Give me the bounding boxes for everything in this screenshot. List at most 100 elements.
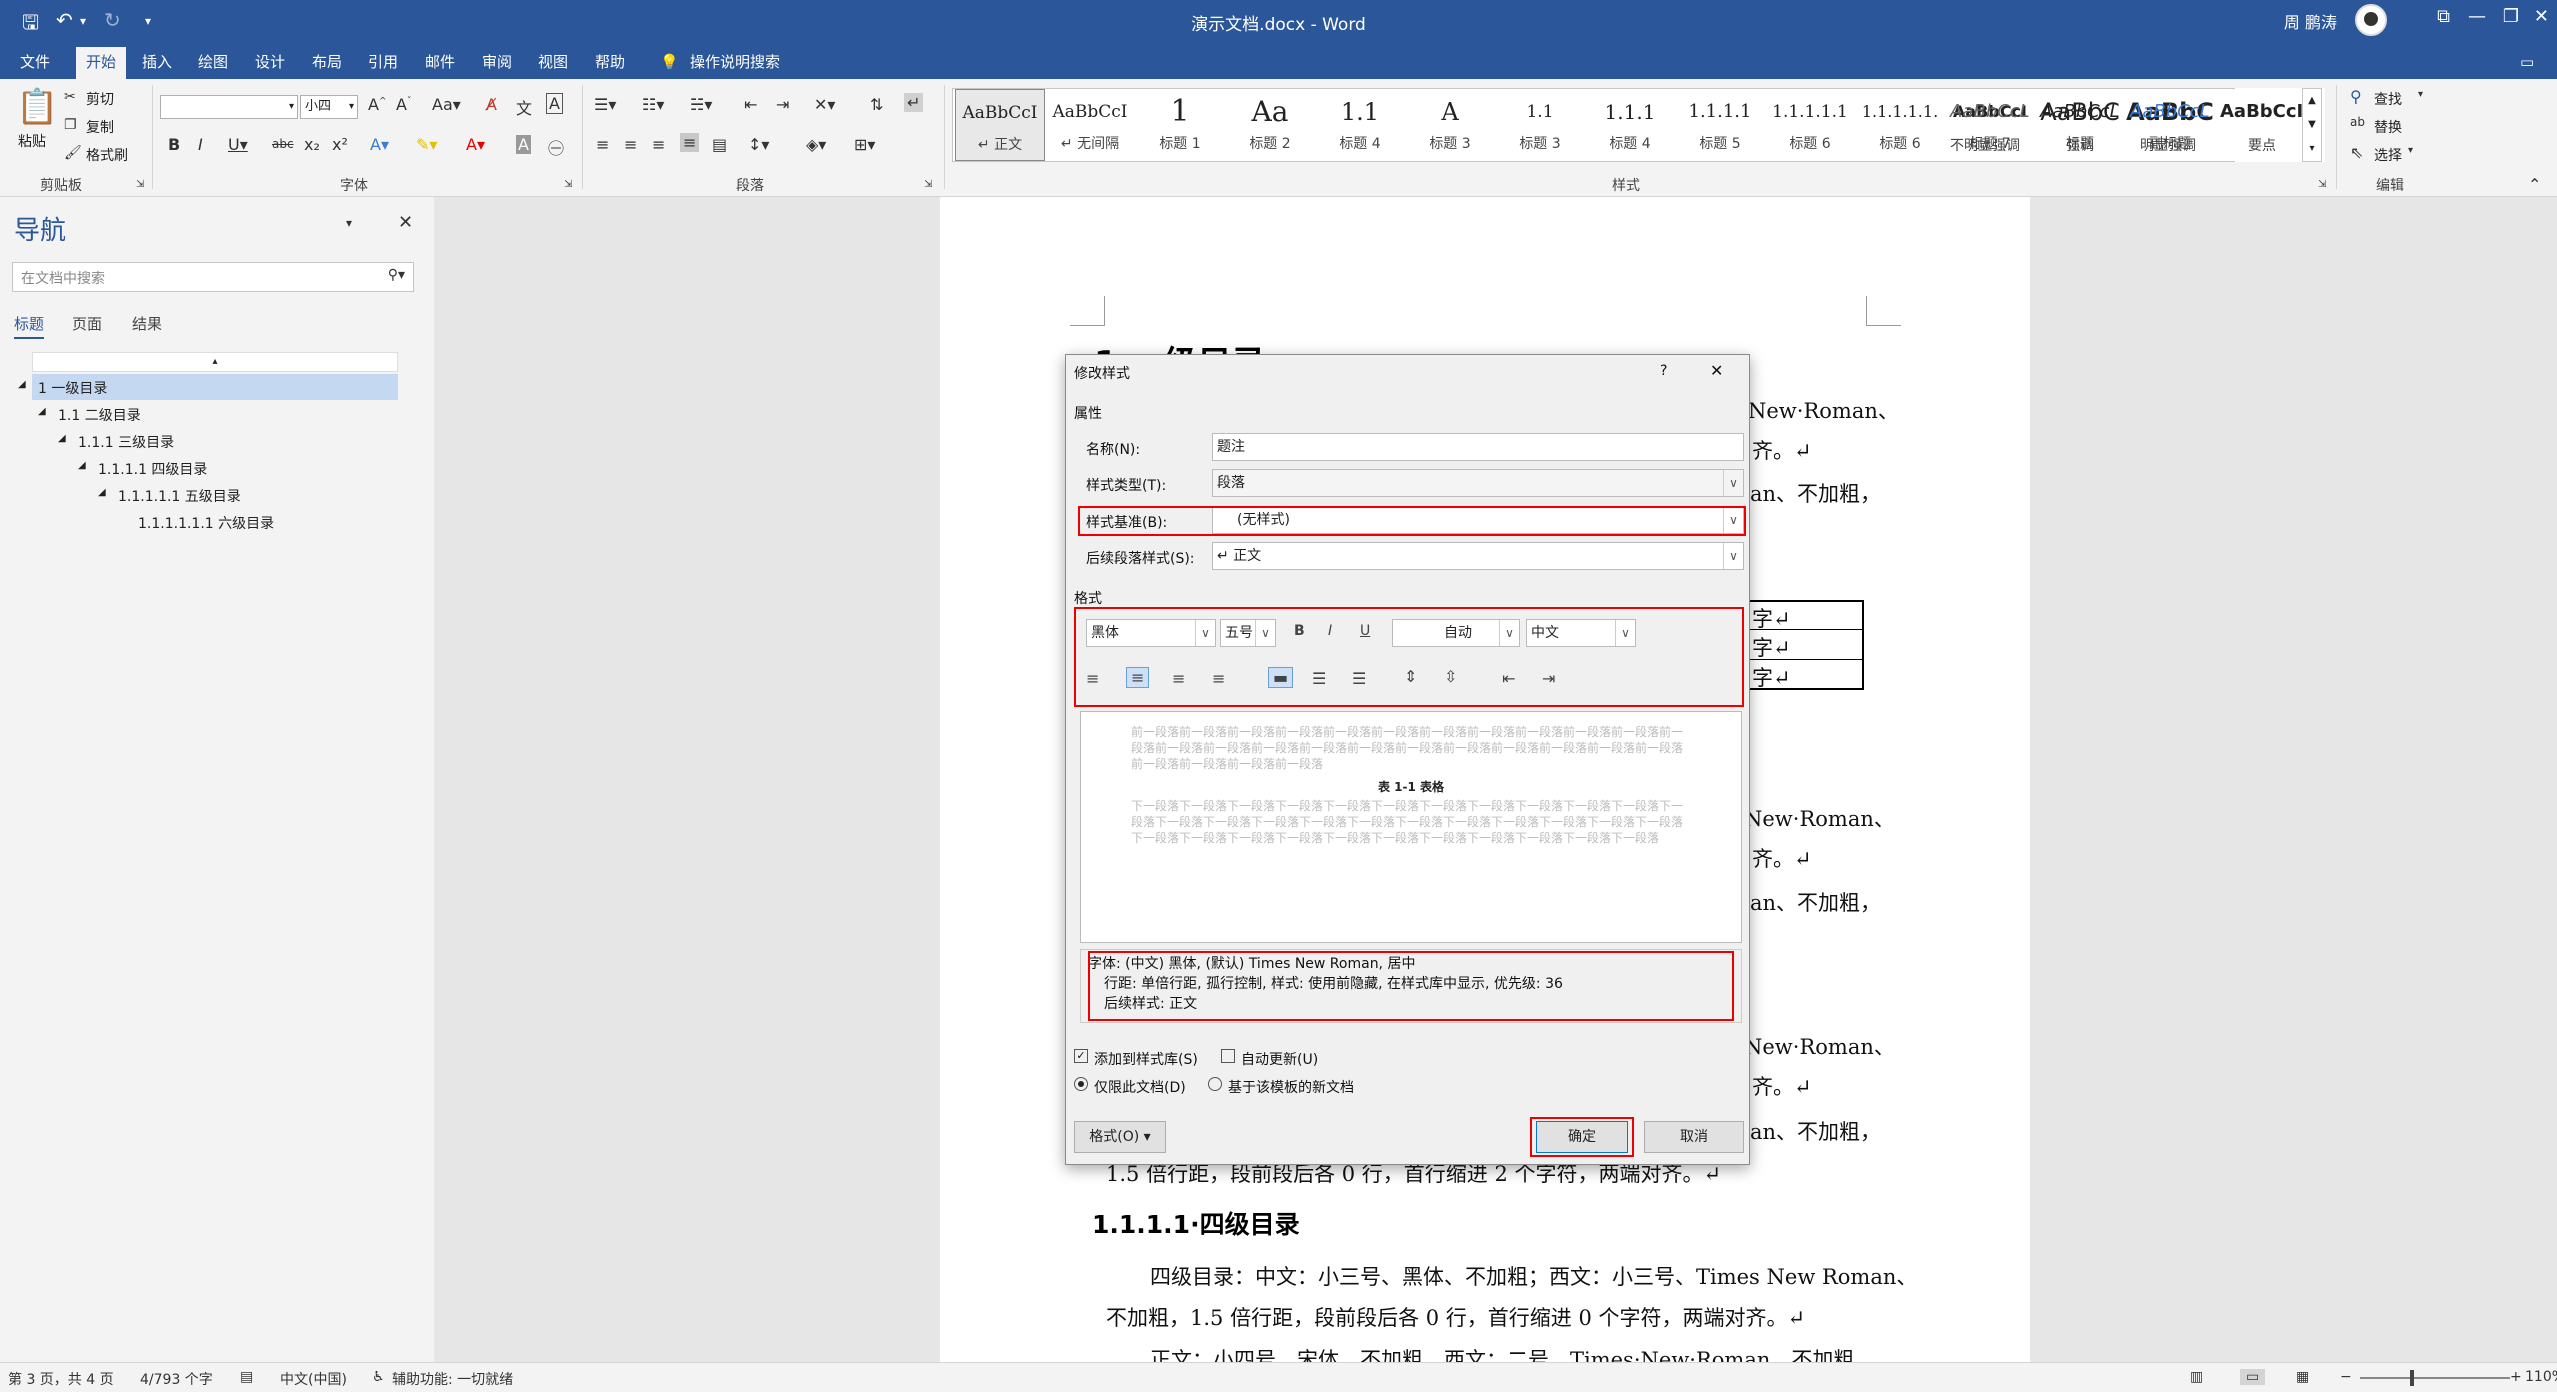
nav-close-icon[interactable]: ✕ bbox=[398, 212, 413, 233]
tell-me-search[interactable]: 操作说明搜索 bbox=[680, 47, 790, 79]
cut-button[interactable]: 剪切 bbox=[86, 89, 114, 109]
collapse-icon[interactable]: ◢ bbox=[78, 460, 86, 471]
minimize-icon[interactable]: — bbox=[2468, 6, 2486, 27]
style-item[interactable]: 1 标题 1 bbox=[1135, 89, 1225, 161]
nav-tab-headings[interactable]: 标题 bbox=[14, 313, 45, 339]
style-item[interactable]: 1.1.1 标题 4 bbox=[1585, 89, 1675, 161]
distributed-icon[interactable]: ▤ bbox=[712, 135, 727, 154]
tab-design[interactable]: 设计 bbox=[245, 47, 295, 79]
align-right-icon[interactable]: ≡ bbox=[1172, 669, 1185, 688]
nav-item[interactable]: 1.1 二级目录 bbox=[58, 405, 141, 425]
gallery-scroll[interactable]: ▲ ▼ ▾ bbox=[2302, 88, 2322, 162]
new-documents-radio[interactable] bbox=[1208, 1077, 1222, 1091]
tab-file[interactable]: 文件 bbox=[10, 47, 60, 79]
tab-home[interactable]: 开始 bbox=[76, 47, 127, 79]
accessibility-icon[interactable]: ♿ bbox=[372, 1369, 385, 1385]
font-color-select[interactable]: 自动 ∨ bbox=[1392, 619, 1520, 647]
only-this-document-label[interactable]: 仅限此文档(D) bbox=[1094, 1077, 1186, 1097]
style-item[interactable]: 1.1.1.1.1. 标题 6 bbox=[1855, 89, 1945, 161]
show-marks-icon[interactable]: ↵ bbox=[904, 93, 924, 112]
table-cell[interactable]: 字↵ bbox=[1752, 603, 1791, 633]
doc-paragraph[interactable]: 四级目录：中文：小三号、黑体、不加粗；西文：小三号、Times New Roma… bbox=[1150, 1261, 1917, 1291]
page-indicator[interactable]: 第 3 页，共 4 页 bbox=[8, 1369, 114, 1389]
font-select[interactable]: 黑体 ∨ bbox=[1086, 619, 1216, 647]
decrease-indent-icon[interactable]: ⇤ bbox=[1502, 669, 1515, 688]
chinese-layout-icon[interactable]: ✕▾ bbox=[814, 95, 835, 114]
format-painter-icon[interactable]: 🖌 bbox=[64, 145, 82, 161]
align-left-icon[interactable]: ≡ bbox=[596, 135, 609, 154]
nav-item[interactable]: 1.1.1.1.1.1 六级目录 bbox=[138, 513, 274, 533]
strikethrough-icon[interactable]: abc bbox=[272, 137, 294, 151]
collapse-icon[interactable]: ◢ bbox=[98, 487, 106, 498]
chevron-down-icon[interactable]: ▾ bbox=[2408, 145, 2413, 156]
only-this-document-radio[interactable] bbox=[1074, 1077, 1088, 1091]
copy-button[interactable]: 复制 bbox=[86, 117, 114, 137]
doc-text-fragment[interactable]: New·Roman、 bbox=[1744, 1031, 1895, 1061]
subscript-icon[interactable]: x₂ bbox=[304, 135, 320, 154]
font-launcher-icon[interactable]: ⇲ bbox=[564, 179, 572, 190]
change-case-icon[interactable]: Aa▾ bbox=[432, 95, 461, 114]
style-preview-emphasis[interactable]: AaBbCcL bbox=[2040, 101, 2120, 122]
single-spacing-icon[interactable]: ▬ bbox=[1268, 667, 1294, 688]
font-color-icon[interactable]: A▾ bbox=[466, 135, 485, 154]
increase-para-spacing-icon[interactable]: ⇕ bbox=[1404, 667, 1417, 686]
tab-references[interactable]: 引用 bbox=[358, 47, 408, 79]
collapse-icon[interactable]: ◢ bbox=[18, 379, 26, 390]
shading-icon[interactable]: ◈▾ bbox=[806, 135, 826, 154]
search-icon[interactable]: ⚲▾ bbox=[388, 267, 405, 283]
tab-insert[interactable]: 插入 bbox=[132, 47, 182, 79]
add-to-gallery-label[interactable]: 添加到样式库(S) bbox=[1094, 1049, 1198, 1069]
style-type-select[interactable]: 段落 ∨ bbox=[1212, 469, 1744, 497]
find-icon[interactable]: ⚲ bbox=[2350, 87, 2362, 106]
align-right-icon[interactable]: ≡ bbox=[652, 135, 665, 154]
language-indicator[interactable]: 中文(中国) bbox=[280, 1369, 347, 1389]
replace-button[interactable]: 替换 bbox=[2374, 117, 2402, 137]
auto-update-label[interactable]: 自动更新(U) bbox=[1241, 1049, 1318, 1069]
line-spacing-icon[interactable]: ↕▾ bbox=[748, 135, 769, 154]
align-center-icon[interactable]: ≡ bbox=[1126, 667, 1150, 688]
doc-text-fragment[interactable]: New·Roman、 bbox=[1748, 395, 1899, 425]
collapse-icon[interactable]: ◢ bbox=[38, 406, 46, 417]
paste-icon[interactable]: 📋 bbox=[16, 87, 58, 127]
nav-tab-results[interactable]: 结果 bbox=[132, 313, 162, 334]
new-documents-label[interactable]: 基于该模板的新文档 bbox=[1228, 1077, 1354, 1097]
ribbon-display-icon[interactable]: ⧉ bbox=[2437, 6, 2450, 27]
justify-icon[interactable]: ≡ bbox=[1212, 669, 1225, 688]
bold-icon[interactable]: B bbox=[168, 135, 180, 154]
style-item[interactable]: Aa 标题 2 bbox=[1225, 89, 1315, 161]
auto-update-checkbox[interactable] bbox=[1221, 1049, 1235, 1063]
italic-button[interactable]: I bbox=[1328, 623, 1332, 639]
doc-paragraph[interactable]: 不加粗，1.5 倍行距，段前段后各 0 行，首行缩进 0 个字符，两端对齐。↵ bbox=[1106, 1302, 1805, 1332]
underline-button[interactable]: U bbox=[1360, 623, 1370, 639]
superscript-icon[interactable]: x² bbox=[332, 135, 348, 154]
doc-text-fragment[interactable]: an、不加粗， bbox=[1750, 478, 1881, 508]
next-style-select[interactable]: ↵ 正文 ∨ bbox=[1212, 542, 1744, 570]
comments-icon[interactable]: ▭ bbox=[2510, 47, 2544, 79]
style-item[interactable]: 1.1.1.1.1 标题 6 bbox=[1765, 89, 1855, 161]
doc-text-fragment[interactable]: 齐。↵ bbox=[1752, 435, 1812, 465]
nav-item[interactable]: 1.1.1 三级目录 bbox=[78, 432, 174, 452]
style-item[interactable]: 1.1 标题 4 bbox=[1315, 89, 1405, 161]
table-cell[interactable]: 字↵ bbox=[1752, 632, 1791, 662]
underline-icon[interactable]: U▾ bbox=[228, 135, 248, 154]
zoom-in-icon[interactable]: + bbox=[2510, 1369, 2522, 1385]
clear-formatting-icon[interactable]: A̸ bbox=[486, 95, 497, 114]
borders-icon[interactable]: ⊞▾ bbox=[854, 135, 875, 154]
clipboard-launcher-icon[interactable]: ⇲ bbox=[136, 179, 144, 190]
document-heading-4[interactable]: 1.1.1.1·四级目录 bbox=[1092, 1205, 1300, 1241]
style-preview-subtle[interactable]: AaBbCcL bbox=[1950, 101, 2030, 122]
select-button[interactable]: 选择 bbox=[2374, 145, 2402, 165]
doc-text-fragment[interactable]: New·Roman、 bbox=[1744, 803, 1895, 833]
nav-item[interactable]: 1.1.1.1.1 五级目录 bbox=[118, 486, 241, 506]
text-effects-icon[interactable]: A▾ bbox=[370, 135, 389, 154]
font-name-combo[interactable]: ▾ bbox=[160, 95, 298, 119]
name-field[interactable]: 题注 bbox=[1212, 433, 1744, 461]
character-border-icon[interactable]: A bbox=[546, 93, 563, 114]
print-layout-icon[interactable]: ▭ bbox=[2240, 1369, 2266, 1385]
style-preview-intense[interactable]: AaBbCcL bbox=[2130, 101, 2210, 122]
close-window-icon[interactable]: ✕ bbox=[2534, 6, 2549, 27]
bold-button[interactable]: B bbox=[1294, 623, 1305, 639]
bullets-icon[interactable]: ☰▾ bbox=[594, 95, 616, 114]
chevron-down-icon[interactable]: ▾ bbox=[2418, 89, 2423, 100]
add-to-gallery-checkbox[interactable]: ✓ bbox=[1074, 1049, 1088, 1063]
